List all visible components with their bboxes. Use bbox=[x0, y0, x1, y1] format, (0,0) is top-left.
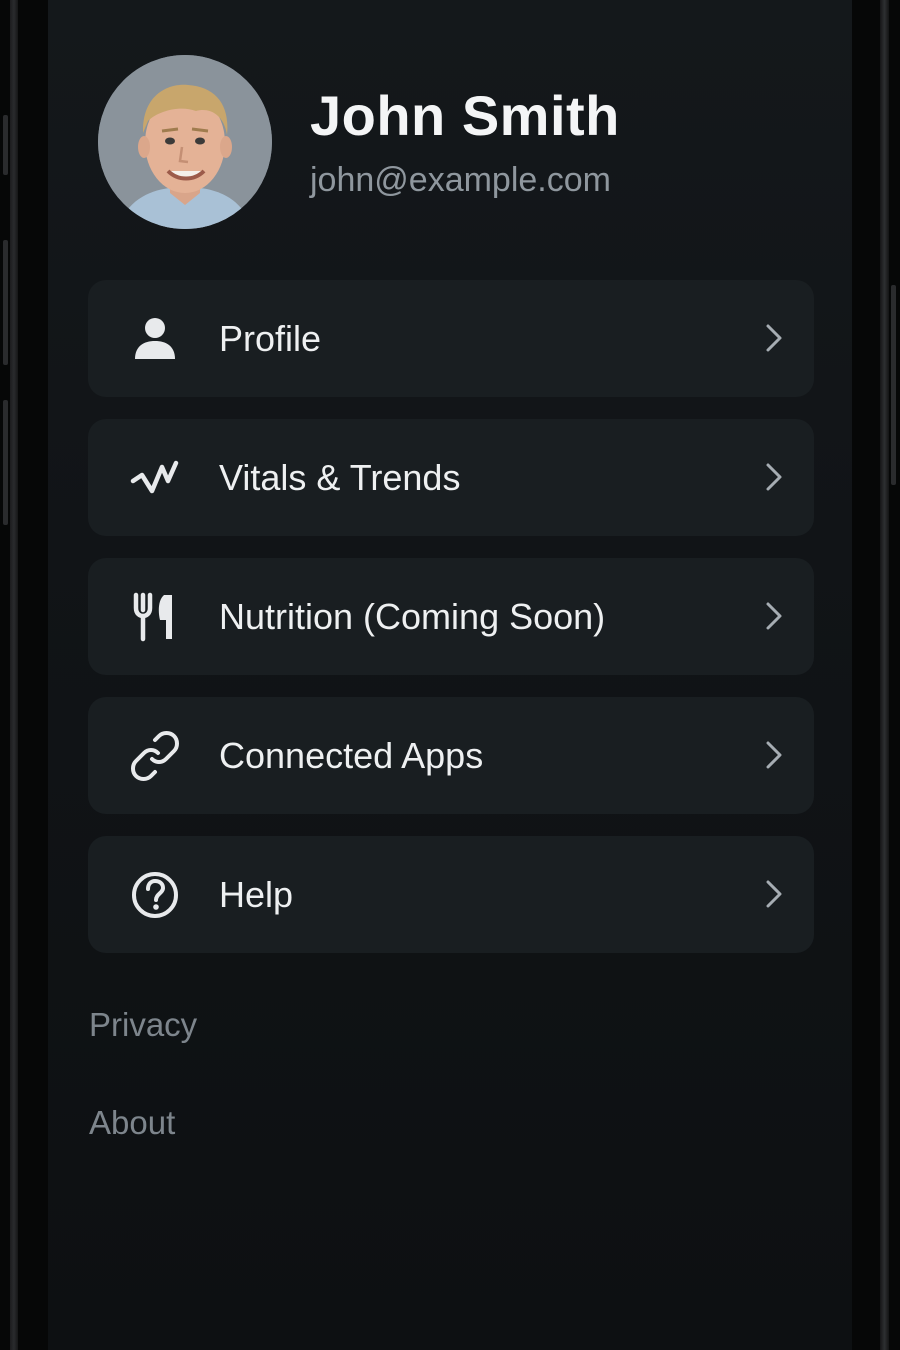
menu-item-help[interactable]: Help bbox=[88, 836, 814, 953]
settings-screen: John Smith john@example.com Profile Vita… bbox=[48, 0, 852, 1350]
chevron-right-icon bbox=[758, 323, 788, 353]
menu-item-label: Nutrition (Coming Soon) bbox=[219, 596, 606, 637]
menu-item-connected-apps[interactable]: Connected Apps bbox=[88, 697, 814, 814]
phone-bezel-right bbox=[880, 0, 889, 1350]
person-icon bbox=[130, 314, 180, 364]
user-name: John Smith bbox=[310, 84, 620, 147]
profile-header: John Smith john@example.com bbox=[98, 55, 818, 235]
menu-item-label: Profile bbox=[219, 318, 322, 359]
chevron-right-icon bbox=[758, 462, 788, 492]
activity-icon bbox=[130, 453, 180, 503]
side-button bbox=[3, 400, 8, 525]
menu-item-label: Help bbox=[219, 874, 294, 915]
menu-item-label: Connected Apps bbox=[219, 735, 484, 776]
menu-item-label: Vitals & Trends bbox=[219, 457, 461, 498]
phone-bezel-left bbox=[10, 0, 18, 1350]
side-button bbox=[3, 115, 8, 175]
avatar[interactable] bbox=[98, 55, 272, 229]
menu-item-nutrition[interactable]: Nutrition (Coming Soon) bbox=[88, 558, 814, 675]
phone-device: John Smith john@example.com Profile Vita… bbox=[0, 0, 900, 1350]
settings-menu: Profile Vitals & Trends Nutrition (Comin… bbox=[88, 280, 814, 975]
link-icon bbox=[130, 731, 180, 781]
about-link[interactable]: About bbox=[89, 1104, 175, 1142]
chevron-right-icon bbox=[758, 601, 788, 631]
help-circle-icon bbox=[130, 870, 180, 920]
privacy-link[interactable]: Privacy bbox=[89, 1006, 197, 1044]
user-email: john@example.com bbox=[310, 161, 611, 199]
power-button bbox=[891, 285, 896, 485]
menu-item-profile[interactable]: Profile bbox=[88, 280, 814, 397]
menu-item-vitals-trends[interactable]: Vitals & Trends bbox=[88, 419, 814, 536]
avatar-photo bbox=[98, 55, 272, 229]
side-button bbox=[3, 240, 8, 365]
chevron-right-icon bbox=[758, 740, 788, 770]
chevron-right-icon bbox=[758, 879, 788, 909]
fork-knife-icon bbox=[130, 592, 180, 642]
